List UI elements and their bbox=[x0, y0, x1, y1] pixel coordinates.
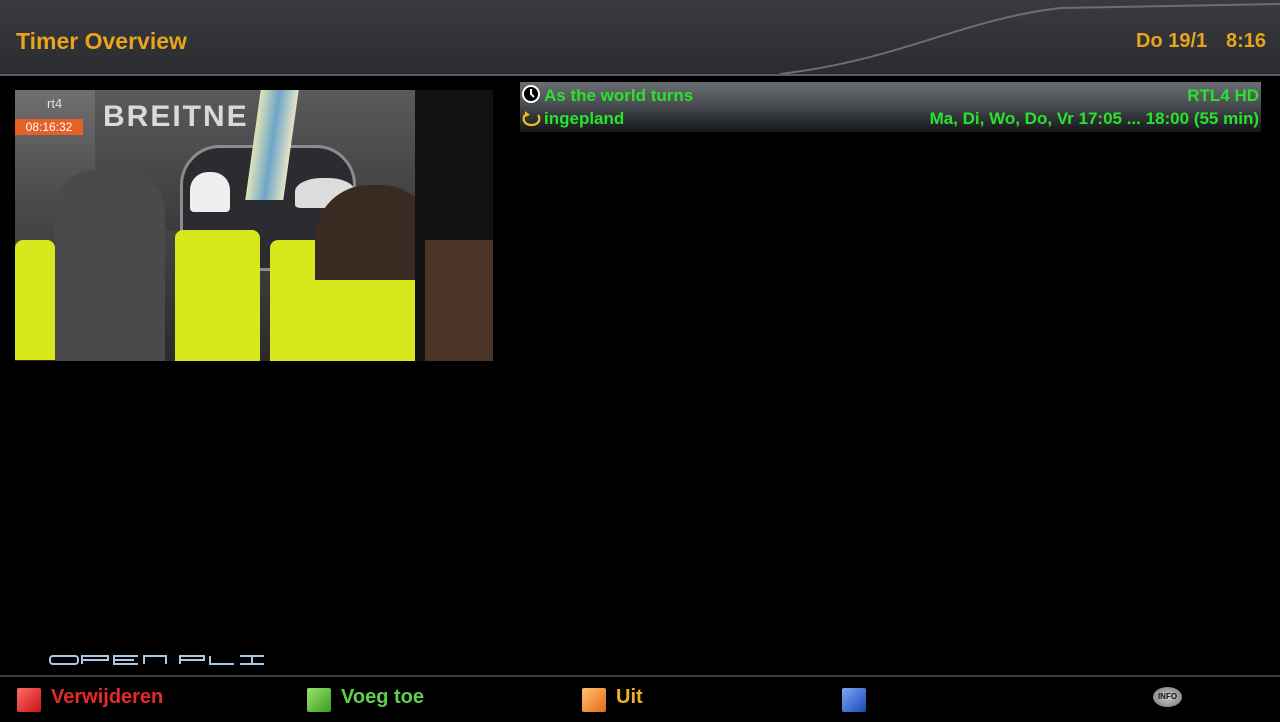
off-label: Uit bbox=[616, 686, 643, 708]
info-button[interactable]: INFO bbox=[1153, 687, 1182, 707]
preview-vest bbox=[175, 230, 260, 361]
red-key-icon bbox=[17, 688, 41, 712]
add-label: Voeg toe bbox=[341, 686, 424, 708]
timer-channel: RTL4 HD bbox=[1187, 86, 1259, 105]
clock-display: 8:16 bbox=[1226, 30, 1267, 52]
delete-button[interactable]: Verwijderen bbox=[17, 686, 187, 714]
preview-vest bbox=[15, 240, 55, 360]
live-tv-preview: BREITNE rt4 08:16:32 bbox=[15, 90, 493, 361]
blue-key-icon bbox=[842, 688, 866, 712]
timer-name: As the world turns bbox=[544, 86, 694, 105]
header-decoration bbox=[779, 3, 1280, 74]
preview-sign: BREITNE bbox=[103, 100, 249, 133]
repeat-icon bbox=[522, 111, 541, 127]
openpli-logo bbox=[49, 655, 264, 665]
timer-schedule: Ma, Di, Wo, Do, Vr 17:05 ... 18:00 (55 m… bbox=[929, 109, 1259, 128]
header-bar: Timer Overview Do 19/1 8:16 bbox=[0, 0, 1280, 76]
clock-icon bbox=[522, 85, 540, 103]
off-button[interactable]: Uit bbox=[582, 686, 672, 714]
yellow-key-icon bbox=[582, 688, 606, 712]
preview-channel-logo: rt4 bbox=[47, 96, 63, 111]
footer-bar: Verwijderen Voeg toe Uit INFO bbox=[0, 675, 1280, 722]
blue-button[interactable] bbox=[842, 686, 882, 714]
green-key-icon bbox=[307, 688, 331, 712]
date-display: Do 19/1 bbox=[1136, 30, 1208, 52]
preview-person bbox=[190, 172, 230, 212]
delete-label: Verwijderen bbox=[51, 686, 164, 708]
preview-person bbox=[425, 240, 493, 361]
timer-list-item[interactable]: As the world turns RTL4 HD ingepland Ma,… bbox=[520, 82, 1261, 132]
preview-timestamp: 08:16:32 bbox=[15, 119, 83, 135]
preview-person bbox=[55, 170, 165, 361]
page-title: Timer Overview bbox=[16, 28, 187, 54]
add-button[interactable]: Voeg toe bbox=[307, 686, 447, 714]
timer-status: ingepland bbox=[544, 109, 625, 128]
